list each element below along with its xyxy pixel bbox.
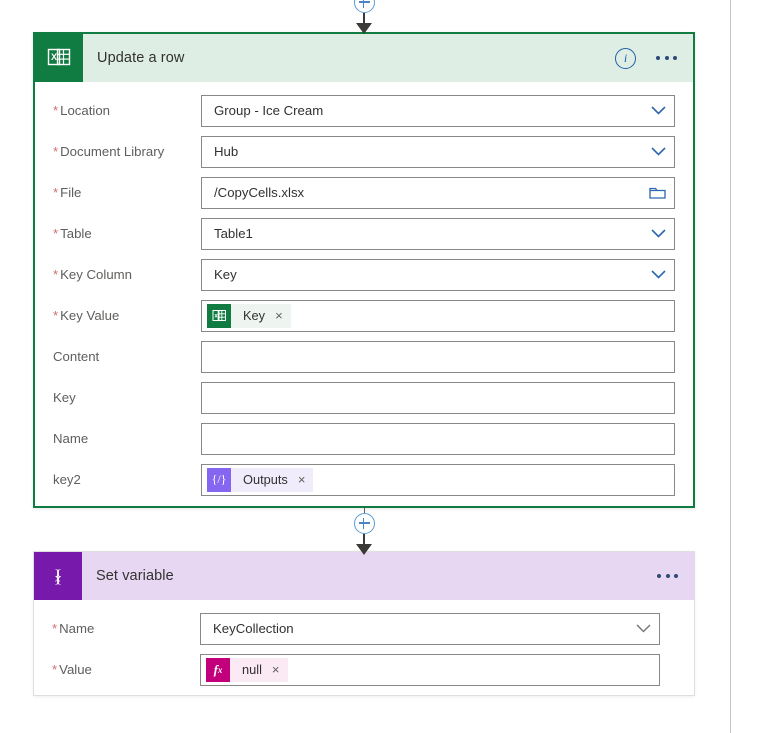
add-step-button-middle[interactable] (353, 513, 375, 534)
variable-name-value: KeyCollection (213, 621, 294, 636)
field-label-location: * Location (53, 103, 110, 118)
chevron-down-icon[interactable] (642, 229, 674, 238)
chevron-down-icon[interactable] (642, 147, 674, 156)
file-input[interactable]: /CopyCells.xlsx (201, 176, 675, 209)
token-label: null (242, 662, 262, 677)
location-value: Group - Ice Cream (214, 103, 324, 118)
field-label-name: Name (53, 431, 89, 446)
add-step-button-top[interactable] (353, 0, 375, 13)
required-asterisk: * (53, 267, 59, 282)
ellipsis-icon[interactable] (656, 56, 677, 60)
remove-token-icon[interactable]: × (275, 309, 283, 322)
card-body-update-a-row: * Location Group - Ice Cream * Document Li… (35, 82, 693, 514)
panel-divider (730, 0, 731, 733)
connector-top (344, 0, 384, 34)
table-value: Table1 (214, 226, 253, 241)
folder-icon[interactable] (640, 185, 674, 200)
field-row-key: Key (35, 377, 693, 418)
document-library-value: Hub (214, 144, 239, 159)
required-asterisk: * (52, 621, 58, 636)
remove-token-icon[interactable]: × (298, 473, 306, 486)
fx-icon: fx (206, 657, 230, 682)
ellipsis-icon[interactable] (657, 574, 678, 578)
svg-text:X: X (51, 52, 57, 62)
action-card-set-variable[interactable]: { x { Set variable *Name KeyCollection (33, 551, 695, 696)
card-header-set-variable[interactable]: { x { Set variable (34, 552, 694, 600)
document-library-dropdown[interactable]: Hub (201, 135, 675, 168)
table-dropdown[interactable]: Table1 (201, 217, 675, 250)
required-asterisk: * (53, 144, 59, 159)
key-input[interactable] (201, 381, 675, 414)
required-asterisk: * (53, 308, 59, 323)
field-row-key-column: * Key Column Key (35, 254, 693, 295)
info-icon[interactable]: i (615, 47, 636, 69)
field-label-key-column: * Key Column (53, 267, 132, 282)
field-label-key: Key (53, 390, 76, 405)
remove-token-icon[interactable]: × (272, 663, 280, 676)
card-title: Set variable (96, 568, 174, 584)
field-label-table: * Table (53, 226, 92, 241)
card-header-update-a-row[interactable]: X Update a row i (35, 34, 693, 82)
field-label-key2: key2 (53, 472, 81, 487)
field-row-name: Name (35, 418, 693, 459)
connector-middle (344, 508, 384, 555)
arrow-head-icon (356, 23, 372, 34)
field-row-variable-name: * Name KeyCollection (34, 608, 694, 649)
field-label-content: Content (53, 349, 100, 364)
required-asterisk: * (53, 185, 59, 200)
chevron-down-icon[interactable] (642, 270, 674, 279)
content-input[interactable] (201, 340, 675, 373)
dynamic-content-token-outputs[interactable]: {/} Outputs × (207, 467, 314, 492)
expression-token-null[interactable]: fx null × (206, 657, 288, 682)
excel-icon: X (35, 34, 83, 82)
key-column-dropdown[interactable]: Key (201, 258, 675, 291)
field-row-location: * Location Group - Ice Cream (35, 90, 693, 131)
file-value: /CopyCells.xlsx (214, 185, 305, 200)
action-card-update-a-row[interactable]: X Update a row i * Location Group - Ice … (33, 32, 695, 508)
field-row-file: * File /CopyCells.xlsx (35, 172, 693, 213)
arrow-head-icon (356, 544, 372, 555)
key2-input[interactable]: {/} Outputs × (201, 463, 675, 496)
excel-icon: x (207, 303, 231, 328)
variable-name-dropdown[interactable]: KeyCollection (200, 612, 660, 645)
key-value-input[interactable]: x Key × (201, 299, 675, 332)
field-label-variable-value: * Value (52, 662, 92, 677)
card-title: Update a row (97, 50, 185, 66)
name-input[interactable] (201, 422, 675, 455)
required-asterisk: * (53, 226, 59, 241)
card-body-set-variable: * Name KeyCollection * Value fx null × (34, 600, 694, 704)
required-asterisk: * (53, 103, 59, 118)
field-row-table: * Table Table1 (35, 213, 693, 254)
variable-icon: { x { (34, 552, 82, 600)
code-icon: {/} (207, 467, 231, 492)
token-chip: Key × (231, 303, 291, 328)
dynamic-content-token-key[interactable]: x Key × (207, 303, 291, 328)
chevron-down-icon[interactable] (642, 106, 674, 115)
connector-line (363, 534, 365, 544)
key-column-value: Key (214, 267, 237, 282)
variable-value-input[interactable]: fx null × (200, 653, 660, 686)
field-label-file: * File (53, 185, 82, 200)
chevron-down-icon[interactable] (627, 624, 659, 633)
field-label-document-library: * Document Library (53, 144, 165, 159)
field-row-key-value: * Key Value x Key × (35, 295, 693, 336)
location-dropdown[interactable]: Group - Ice Cream (201, 94, 675, 127)
flow-canvas: X Update a row i * Location Group - Ice … (0, 0, 783, 733)
token-label: Outputs (243, 472, 288, 487)
field-row-content: Content (35, 336, 693, 377)
token-chip: Outputs × (231, 467, 314, 492)
field-row-variable-value: * Value fx null × (34, 649, 694, 690)
token-chip: null × (230, 657, 288, 682)
required-asterisk: * (52, 662, 58, 677)
field-label-variable-name: * Name (52, 621, 95, 636)
field-label-key-value: * Key Value (53, 308, 120, 323)
field-row-document-library: * Document Library Hub (35, 131, 693, 172)
field-row-key2: key2 {/} Outputs × (35, 459, 693, 500)
connector-line (363, 13, 365, 23)
token-label: Key (243, 308, 266, 323)
svg-text:{: { (54, 566, 63, 586)
